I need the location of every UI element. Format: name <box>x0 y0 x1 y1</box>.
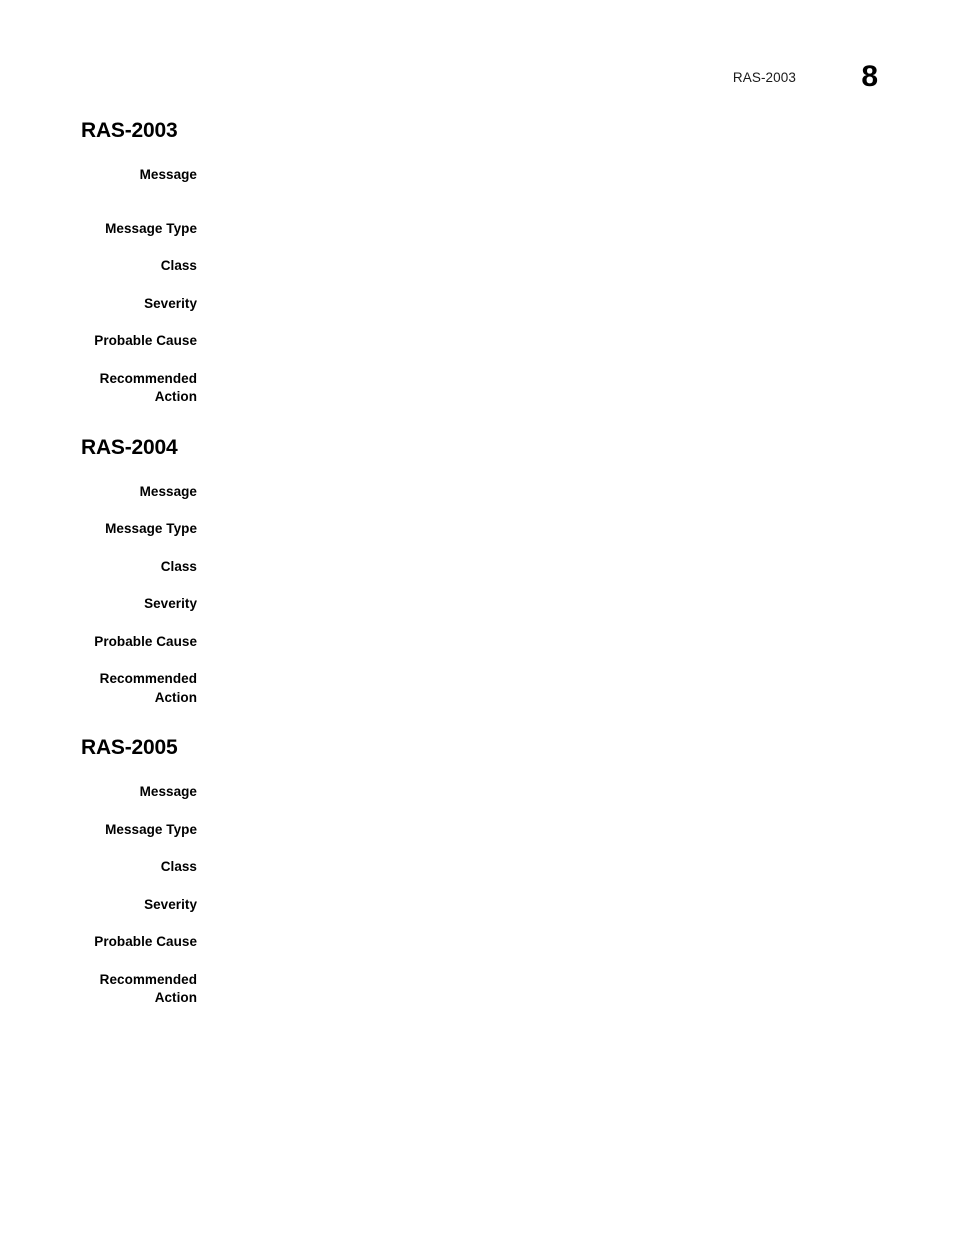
field-row-message: Message <box>81 483 881 502</box>
field-value <box>197 595 881 596</box>
section-ras-2005: RAS-2005 Message Message Type Class Seve… <box>81 737 881 1008</box>
field-value <box>197 933 881 934</box>
page-content: RAS-2003 Message Message Type Class Seve… <box>81 120 881 1008</box>
field-label: Severity <box>144 896 197 912</box>
field-value <box>197 483 881 484</box>
field-row-severity: Severity <box>81 295 881 314</box>
section-heading: RAS-2005 <box>81 736 178 759</box>
field-row-message: Message <box>81 166 881 185</box>
section-heading: RAS-2004 <box>81 435 178 459</box>
field-row-message-type: Message Type <box>81 821 881 840</box>
field-row-recommended-action: Recommended Action <box>81 670 881 707</box>
field-row-severity: Severity <box>81 595 881 614</box>
field-list: Message Message Type Class Severity Prob… <box>81 166 881 407</box>
field-value <box>197 166 881 167</box>
field-row-class: Class <box>81 558 881 577</box>
field-label: Class <box>160 859 197 874</box>
field-row-message: Message <box>81 783 881 802</box>
field-row-message-type: Message Type <box>81 520 881 539</box>
field-label: Probable Cause <box>94 633 197 649</box>
field-row-class: Class <box>81 257 881 276</box>
section-ras-2003: RAS-2003 Message Message Type Class Seve… <box>81 120 881 407</box>
field-label: Message <box>139 167 197 182</box>
page-number: 8 <box>861 60 878 93</box>
field-label: Message <box>139 784 197 799</box>
field-list: Message Message Type Class Severity Prob… <box>81 783 881 1008</box>
field-value <box>197 821 881 822</box>
field-value <box>197 332 881 333</box>
field-label: Message Type <box>105 521 197 536</box>
field-row-message-type: Message Type <box>81 220 881 239</box>
field-value <box>197 971 881 972</box>
field-label: Class <box>160 258 197 273</box>
field-value <box>197 520 881 521</box>
field-value <box>197 783 881 784</box>
field-value <box>197 558 881 559</box>
field-value <box>197 220 881 221</box>
field-value <box>197 896 881 897</box>
field-row-recommended-action: Recommended Action <box>81 370 881 407</box>
field-label: Recommended Action <box>99 671 197 705</box>
header-chapter-label: RAS-2003 <box>732 70 796 85</box>
field-value <box>197 858 881 859</box>
field-label: Message <box>139 483 197 499</box>
field-label: Recommended Action <box>99 971 197 1006</box>
field-value <box>197 257 881 258</box>
field-row-recommended-action: Recommended Action <box>81 971 881 1008</box>
field-label: Message Type <box>105 821 197 837</box>
field-label: Severity <box>144 596 197 611</box>
field-row-class: Class <box>81 858 881 877</box>
running-header: RAS-2003 8 <box>0 58 878 92</box>
field-row-probable-cause: Probable Cause <box>81 633 881 652</box>
field-value <box>197 370 881 371</box>
section-heading: RAS-2003 <box>81 119 178 142</box>
field-label: Probable Cause <box>94 333 197 348</box>
field-label: Class <box>160 558 197 574</box>
document-page: RAS-2003 8 RAS-2003 Message Message Type <box>0 0 954 1235</box>
field-list: Message Message Type Class Severity Prob… <box>81 483 881 708</box>
field-row-severity: Severity <box>81 896 881 915</box>
field-label: Probable Cause <box>94 934 197 949</box>
field-value <box>197 670 881 671</box>
field-row-probable-cause: Probable Cause <box>81 933 881 952</box>
field-label: Message Type <box>105 220 197 236</box>
section-ras-2004: RAS-2004 Message Message Type Class Seve… <box>81 437 881 708</box>
field-value <box>197 295 881 296</box>
field-label: Severity <box>144 295 197 311</box>
field-label: Recommended Action <box>99 370 197 405</box>
field-value <box>197 633 881 634</box>
field-row-probable-cause: Probable Cause <box>81 332 881 351</box>
